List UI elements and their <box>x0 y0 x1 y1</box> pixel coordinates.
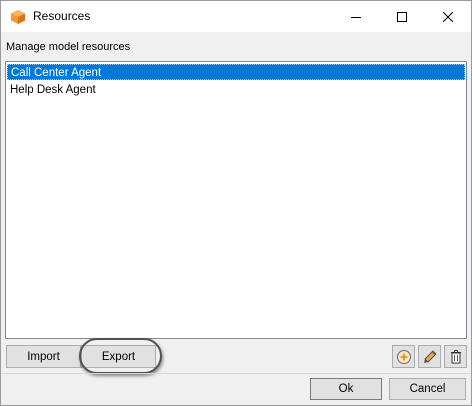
pencil-icon <box>423 349 437 363</box>
trash-icon <box>450 349 461 363</box>
list-item[interactable]: Call Center Agent <box>7 64 465 80</box>
delete-resource-button[interactable] <box>444 345 467 368</box>
edit-resource-button[interactable] <box>418 345 441 368</box>
manage-resources-label: Manage model resources <box>6 41 131 53</box>
resources-dialog: Resources Manage model resources Call Ce… <box>0 0 472 406</box>
minimize-button[interactable] <box>333 1 379 32</box>
list-item[interactable]: Help Desk Agent <box>7 82 465 98</box>
cancel-button[interactable]: Cancel <box>389 378 466 400</box>
add-icon <box>396 349 411 364</box>
footer-divider <box>1 373 471 374</box>
import-button[interactable]: Import <box>6 345 81 368</box>
ok-button[interactable]: Ok <box>310 378 382 400</box>
resources-list[interactable]: Call Center Agent Help Desk Agent <box>5 61 467 339</box>
window-title: Resources <box>33 9 91 23</box>
maximize-icon <box>397 11 407 22</box>
app-logo-icon <box>11 10 25 24</box>
add-resource-button[interactable] <box>392 345 415 368</box>
export-highlight-ring <box>79 338 162 374</box>
minimize-icon <box>351 16 361 18</box>
maximize-button[interactable] <box>379 1 425 32</box>
close-button[interactable] <box>425 1 471 32</box>
title-bar[interactable]: Resources <box>1 1 471 32</box>
close-icon <box>443 11 453 22</box>
